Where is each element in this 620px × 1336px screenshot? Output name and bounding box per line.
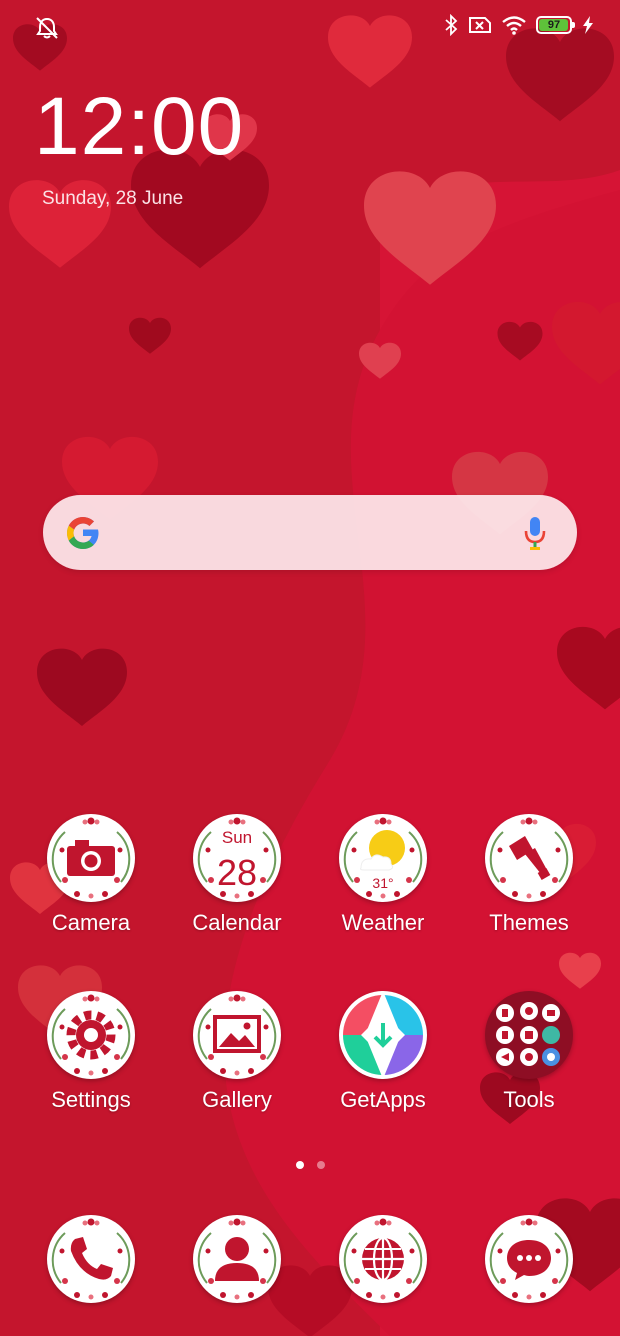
- wifi-icon: [502, 16, 526, 35]
- app-tools-folder[interactable]: Tools: [469, 991, 589, 1113]
- clock-date[interactable]: Sunday, 28 June: [42, 188, 183, 210]
- page-indicator[interactable]: [0, 1161, 620, 1169]
- dock-phone[interactable]: [31, 1215, 151, 1303]
- calendar-date: 28: [217, 852, 257, 893]
- tools-folder-icon[interactable]: [485, 991, 573, 1079]
- folder-icon: [487, 993, 571, 1077]
- alarm-off-icon: [36, 17, 58, 39]
- page-dot-1[interactable]: [295, 1161, 304, 1169]
- dock-contacts[interactable]: [177, 1215, 297, 1303]
- app-label: Calendar: [192, 910, 282, 935]
- messages-app-icon[interactable]: [485, 1215, 573, 1303]
- battery-percent: 97: [547, 19, 561, 31]
- gear-icon: [66, 1010, 116, 1060]
- phone-icon: [70, 1237, 113, 1280]
- weather-icon: 31°: [360, 830, 405, 891]
- gallery-icon: [213, 1015, 261, 1053]
- calendar-day: Sun: [222, 828, 252, 847]
- contacts-icon: [215, 1237, 259, 1281]
- bluetooth-icon: [445, 14, 458, 36]
- contacts-app-icon[interactable]: [193, 1215, 281, 1303]
- status-bar-left: [34, 16, 60, 45]
- gallery-app-icon[interactable]: [193, 991, 281, 1079]
- app-gallery[interactable]: Gallery: [177, 991, 297, 1113]
- dock-messages[interactable]: [469, 1215, 589, 1303]
- paint-brush-icon: [509, 836, 551, 880]
- app-label: Tools: [503, 1087, 555, 1112]
- browser-app-icon[interactable]: [339, 1215, 427, 1303]
- clock-time[interactable]: 12:00: [34, 86, 244, 168]
- app-getapps[interactable]: GetApps: [323, 991, 443, 1113]
- app-label: Themes: [489, 910, 569, 935]
- charging-icon: [583, 16, 593, 34]
- google-search-bar[interactable]: [43, 495, 577, 570]
- messages-icon: [507, 1240, 551, 1280]
- battery-icon: 97: [536, 16, 575, 34]
- app-label: Camera: [51, 910, 131, 935]
- page-dot-2[interactable]: [316, 1161, 325, 1169]
- weather-temperature: 31°: [372, 875, 393, 891]
- phone-app-icon[interactable]: [47, 1215, 135, 1303]
- app-label: Settings: [51, 1087, 131, 1112]
- calendar-icon: Sun 28: [217, 828, 257, 893]
- themes-app-icon[interactable]: [485, 814, 573, 902]
- app-weather[interactable]: 31° Weather: [323, 814, 443, 936]
- calendar-app-icon[interactable]: Sun 28: [193, 814, 281, 902]
- getapps-icon: [343, 995, 423, 1075]
- status-bar-right: 97: [444, 14, 594, 36]
- dock-browser[interactable]: [323, 1215, 443, 1303]
- app-camera[interactable]: Camera: [31, 814, 151, 936]
- no-sim-icon: [469, 17, 491, 33]
- google-logo: [67, 517, 99, 549]
- app-label: Weather: [341, 910, 425, 935]
- camera-icon: [67, 840, 115, 876]
- camera-app-icon[interactable]: [47, 814, 135, 902]
- app-label: GetApps: [340, 1087, 426, 1112]
- mic-icon[interactable]: [523, 515, 547, 551]
- app-label: Gallery: [202, 1087, 272, 1112]
- settings-app-icon[interactable]: [47, 991, 135, 1079]
- app-calendar[interactable]: Sun 28 Calendar: [177, 814, 297, 936]
- getapps-app-icon[interactable]: [339, 991, 427, 1079]
- browser-icon: [362, 1236, 404, 1282]
- app-themes[interactable]: Themes: [469, 814, 589, 936]
- app-settings[interactable]: Settings: [31, 991, 151, 1113]
- weather-app-icon[interactable]: 31°: [339, 814, 427, 902]
